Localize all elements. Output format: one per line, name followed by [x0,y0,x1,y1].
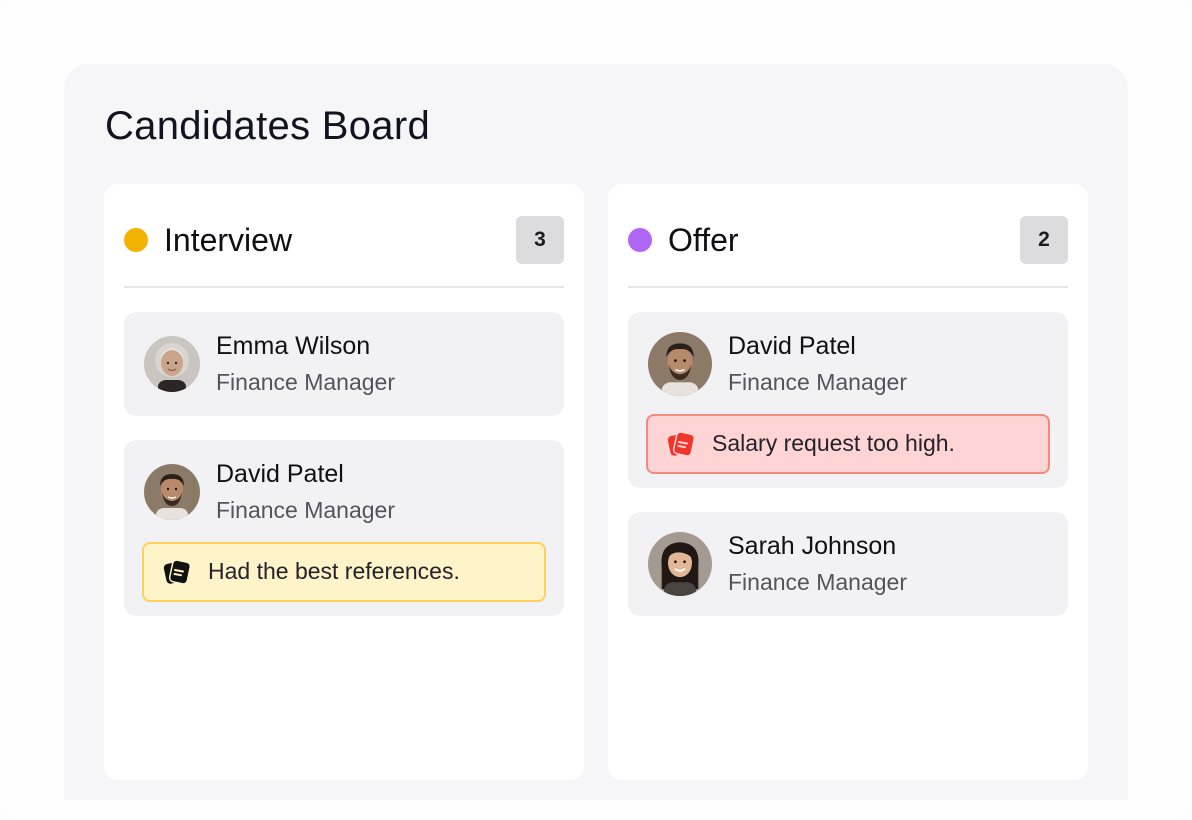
candidate-card[interactable]: Emma Wilson Finance Manager [124,312,564,416]
elderly-woman-avatar [144,336,200,392]
candidate-role: Finance Manager [728,569,907,595]
comment-icon [162,558,192,588]
candidate-card[interactable]: David Patel Finance Manager Had the best… [124,440,564,616]
column-header: Interview 3 [124,216,564,264]
column-header: Offer 2 [628,216,1068,264]
candidate-name: Sarah Johnson [728,532,897,560]
candidate-name: Emma Wilson [216,332,371,360]
woman-avatar [648,532,712,596]
note-text: Salary request too high. [712,430,955,456]
bearded-man-avatar [144,464,200,520]
note-callout: Had the best references. [142,542,546,602]
status-dot [124,228,148,252]
divider [628,286,1068,288]
page-title: Candidates Board [105,104,431,148]
candidates-board: Candidates Board Interview 3 Emma Wilson… [64,64,1128,800]
comment-icon [666,430,696,460]
candidate-name: David Patel [728,332,856,360]
note-text: Had the best references. [208,558,460,584]
candidate-card[interactable]: Sarah Johnson Finance Manager [628,512,1068,616]
note-callout: Salary request too high. [646,414,1050,474]
column-offer: Offer 2 David Patel Finance Manager Sala… [608,184,1088,780]
count-badge: 2 [1020,216,1068,264]
candidate-role: Finance Manager [216,497,395,523]
candidate-role: Finance Manager [216,369,395,395]
column-interview: Interview 3 Emma Wilson Finance Manager … [104,184,584,780]
candidate-role: Finance Manager [728,369,907,395]
bearded-man-avatar [648,332,712,396]
divider [124,286,564,288]
column-title: Offer [668,222,739,258]
status-dot [628,228,652,252]
app-window: Candidates Board Interview 3 Emma Wilson… [0,0,1192,820]
count-badge: 3 [516,216,564,264]
candidate-name: David Patel [216,460,344,488]
candidate-card[interactable]: David Patel Finance Manager Salary reque… [628,312,1068,488]
column-title: Interview [164,222,293,258]
